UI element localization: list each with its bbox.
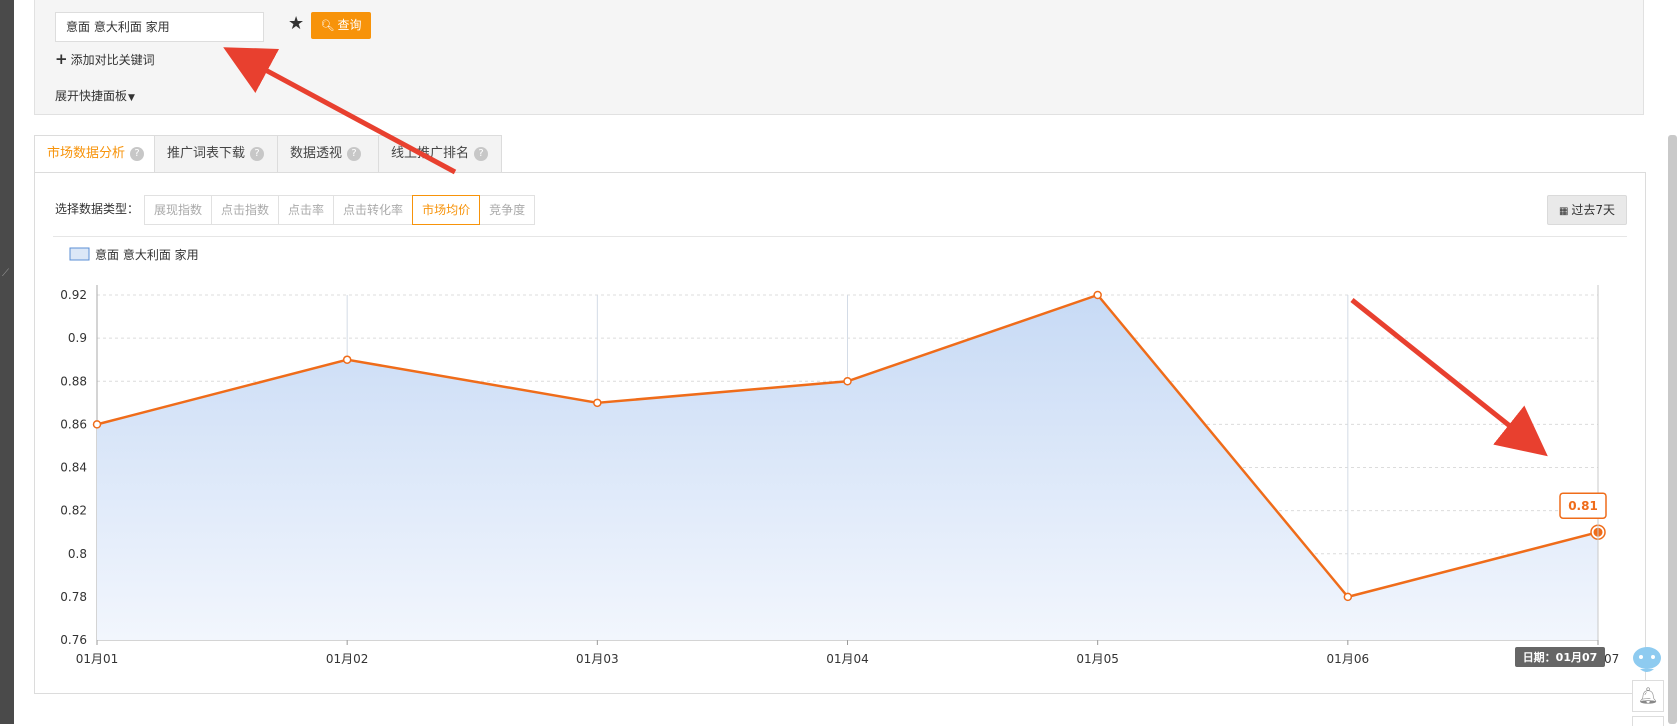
- chart-series: [92, 290, 1606, 640]
- data-point: [1343, 592, 1353, 602]
- y-tick-label: 0.92: [60, 288, 87, 302]
- x-tick-label: 01月03: [576, 652, 619, 666]
- assistant-icon[interactable]: [1630, 643, 1664, 677]
- x-tick-label: 01月01: [76, 652, 119, 666]
- x-axis: 01月0101月0201月0301月0401月0501月0601月07: [76, 639, 1619, 666]
- y-tick-label: 0.86: [60, 417, 87, 431]
- data-point: [593, 398, 602, 408]
- market-price-chart: 意面 意大利面 家用 0.760.780.80.820.840.860.880.…: [60, 47, 1619, 667]
- legend-swatch: [69, 247, 90, 261]
- data-type-market-avg-price[interactable]: 市场均价: [412, 195, 481, 225]
- y-tick-label: 0.82: [60, 504, 87, 518]
- y-tick-label: 0.76: [60, 633, 87, 647]
- annotation-arrow: [223, 47, 457, 175]
- y-tick-label: 0.9: [68, 331, 87, 345]
- y-axis: 0.76 0.78 0.8 0.82 0.84 0.86 0.88 0.9 0.92: [60, 285, 98, 647]
- bell-icon[interactable]: 🔔︎: [1632, 680, 1664, 712]
- data-point: [843, 377, 852, 386]
- x-tick-label: 01月06: [1327, 652, 1370, 666]
- value-tooltip-text: 0.81: [1568, 499, 1598, 513]
- y-tick-label: 0.78: [60, 590, 87, 604]
- x-tick-label: 01月02: [326, 652, 369, 666]
- data-point: [92, 420, 102, 429]
- data-point: [342, 355, 352, 364]
- y-tick-label: 0.8: [68, 547, 87, 561]
- side-tool-more[interactable]: [1632, 716, 1664, 726]
- date-tooltip-text: 日期：01月07: [1523, 650, 1598, 664]
- chart-legend: 意面 意大利面 家用: [69, 247, 199, 262]
- legend-series-name: 意面 意大利面 家用: [95, 247, 199, 262]
- data-point: [1093, 290, 1102, 300]
- y-tick-label: 0.84: [60, 461, 87, 475]
- annotation-arrow: [1350, 298, 1548, 457]
- x-tick-label: 01月04: [826, 652, 869, 666]
- x-tick-label: 01月05: [1076, 652, 1119, 666]
- y-tick-label: 0.88: [60, 374, 87, 388]
